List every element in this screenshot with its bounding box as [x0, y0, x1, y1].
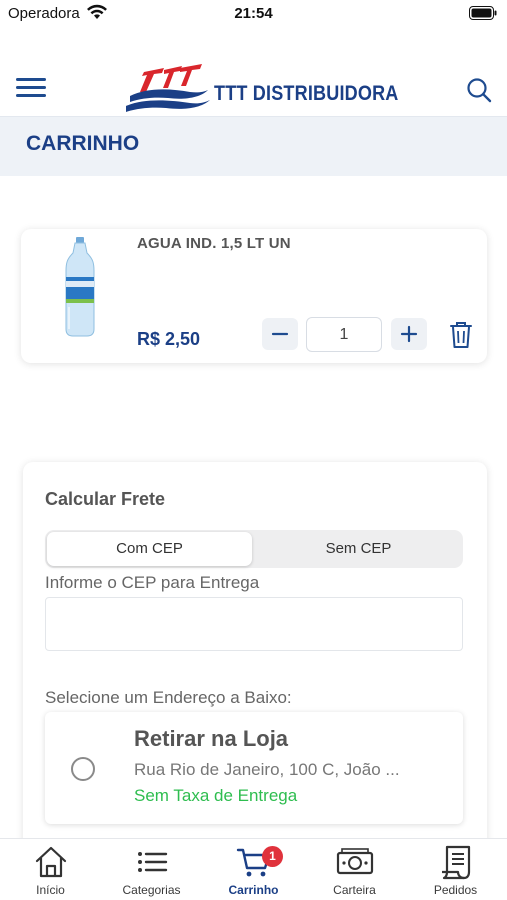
receipt-icon	[441, 845, 470, 880]
tab-carrinho[interactable]: Carrinho	[203, 839, 304, 900]
page-title-bar: CARRINHO	[0, 116, 507, 176]
tab-pedidos[interactable]: Pedidos	[405, 839, 506, 900]
trash-icon[interactable]	[449, 321, 473, 349]
wallet-icon	[336, 848, 373, 875]
search-icon[interactable]	[465, 76, 493, 104]
cart-screen: Operadora 21:54 TTT DISTRIBUIDORA CARRIN…	[0, 0, 507, 900]
quantity-input[interactable]	[306, 317, 382, 352]
list-icon	[137, 852, 167, 872]
increase-quantity-button[interactable]	[391, 318, 427, 350]
tab-label-categorias: Categorias	[122, 883, 181, 897]
cep-mode-segmented-control: Com CEP Sem CEP	[45, 530, 463, 568]
address-radio-button[interactable]	[71, 757, 95, 781]
cep-input[interactable]	[45, 597, 463, 651]
address-option-title: Retirar na Loja	[134, 726, 289, 751]
page-title: CARRINHO	[26, 132, 140, 155]
bottom-tab-bar: Início Categorias Carrinho Carteira Pedi…	[0, 838, 507, 900]
tab-label-carteira: Carteira	[333, 883, 376, 897]
tab-label-carrinho: Carrinho	[228, 883, 279, 897]
decrease-quantity-button[interactable]	[262, 318, 298, 350]
tab-carteira[interactable]: Carteira	[304, 839, 405, 900]
cart-count-badge: 1	[262, 846, 283, 867]
product-name: AGUA IND. 1,5 LT UN	[137, 235, 291, 252]
home-icon	[35, 846, 66, 878]
tab-sem-cep[interactable]: Sem CEP	[256, 532, 461, 566]
minus-icon	[271, 332, 289, 336]
shipping-calculator-card: Calcular Frete Com CEP Sem CEP Informe o…	[23, 462, 487, 862]
plus-icon	[400, 325, 418, 343]
cep-field-label: Informe o CEP para Entrega	[45, 573, 260, 592]
clock: 21:54	[234, 5, 273, 22]
address-section-label: Selecione um Endereço a Baixo:	[45, 688, 292, 707]
tab-com-cep[interactable]: Com CEP	[47, 532, 252, 566]
address-option-street: Rua Rio de Janeiro, 100 C, João ...	[134, 760, 400, 779]
status-bar: Operadora 21:54	[0, 0, 507, 30]
tab-label-pedidos: Pedidos	[433, 883, 478, 897]
product-price: R$ 2,50	[137, 329, 201, 349]
battery-icon	[469, 6, 497, 20]
hamburger-menu-icon[interactable]	[16, 78, 46, 100]
address-option-fee: Sem Taxa de Entrega	[134, 786, 298, 805]
ttt-logo-icon	[126, 64, 210, 112]
brand-name: TTT DISTRIBUIDORA	[214, 82, 399, 105]
cart-item-card: AGUA IND. 1,5 LT UN R$ 2,50	[21, 229, 487, 363]
shipping-title: Calcular Frete	[45, 489, 166, 509]
address-option-card[interactable]: Retirar na Loja Rua Rio de Janeiro, 100 …	[45, 712, 463, 824]
water-bottle-image	[65, 237, 95, 337]
tab-inicio[interactable]: Início	[0, 839, 101, 900]
tab-categorias[interactable]: Categorias	[101, 839, 202, 900]
app-header: TTT DISTRIBUIDORA	[0, 60, 507, 116]
tab-label-inicio: Início	[36, 883, 65, 897]
